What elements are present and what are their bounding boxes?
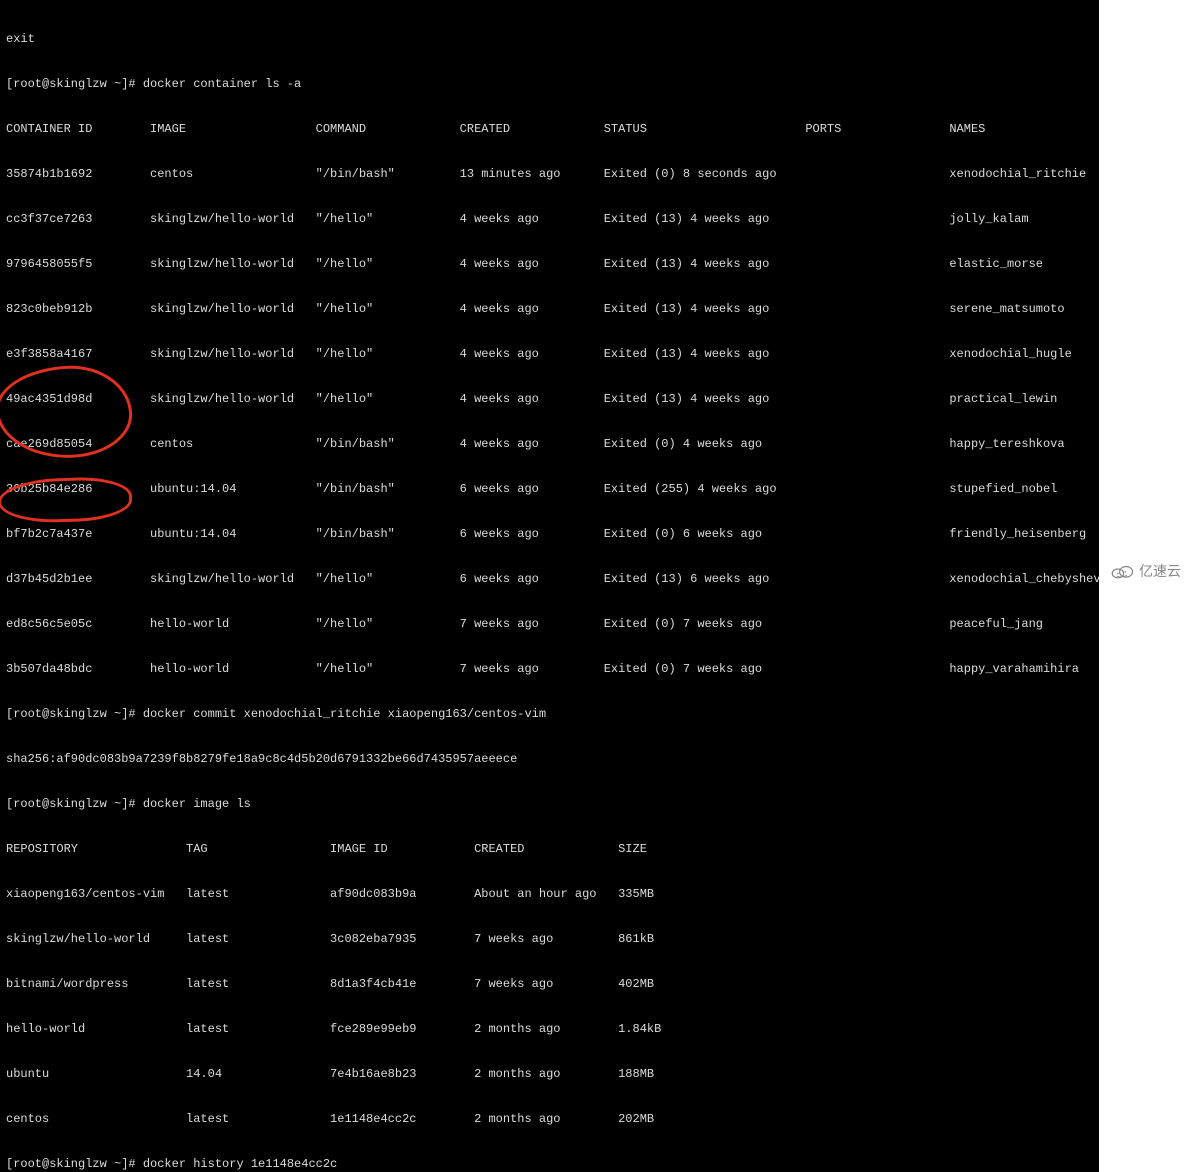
watermark-text: 亿速云 xyxy=(1139,564,1181,579)
container-row: d37b45d2b1ee skinglzw/hello-world "/hell… xyxy=(6,572,1093,587)
container-row: 35874b1b1692 centos "/bin/bash" 13 minut… xyxy=(6,167,1093,182)
image-row: xiaopeng163/centos-vim latest af90dc083b… xyxy=(6,887,1093,902)
images-header: REPOSITORY TAG IMAGE ID CREATED SIZE xyxy=(6,842,1093,857)
prompt-line: [root@skinglzw ~]# docker container ls -… xyxy=(6,77,1093,92)
prompt-line: [root@skinglzw ~]# docker image ls xyxy=(6,797,1093,812)
image-row: skinglzw/hello-world latest 3c082eba7935… xyxy=(6,932,1093,947)
container-row: 3b507da48bdc hello-world "/hello" 7 week… xyxy=(6,662,1093,677)
image-row: centos latest 1e1148e4cc2c 2 months ago … xyxy=(6,1112,1093,1127)
container-row: 49ac4351d98d skinglzw/hello-world "/hell… xyxy=(6,392,1093,407)
cloud-icon xyxy=(1109,562,1135,580)
image-row: hello-world latest fce289e99eb9 2 months… xyxy=(6,1022,1093,1037)
prompt-line: [root@skinglzw ~]# docker history 1e1148… xyxy=(6,1157,1093,1172)
container-row: e3f3858a4167 skinglzw/hello-world "/hell… xyxy=(6,347,1093,362)
image-row: ubuntu 14.04 7e4b16ae8b23 2 months ago 1… xyxy=(6,1067,1093,1082)
container-row: ed8c56c5e05c hello-world "/hello" 7 week… xyxy=(6,617,1093,632)
container-row: bf7b2c7a437e ubuntu:14.04 "/bin/bash" 6 … xyxy=(6,527,1093,542)
container-row: 30b25b84e286 ubuntu:14.04 "/bin/bash" 6 … xyxy=(6,482,1093,497)
output-line: exit xyxy=(6,32,1093,47)
image-row: bitnami/wordpress latest 8d1a3f4cb41e 7 … xyxy=(6,977,1093,992)
prompt-line: [root@skinglzw ~]# docker commit xenodoc… xyxy=(6,707,1093,722)
output-line: sha256:af90dc083b9a7239f8b8279fe18a9c8c4… xyxy=(6,752,1093,767)
container-row: cae269d85054 centos "/bin/bash" 4 weeks … xyxy=(6,437,1093,452)
container-row: cc3f37ce7263 skinglzw/hello-world "/hell… xyxy=(6,212,1093,227)
terminal-window[interactable]: exit [root@skinglzw ~]# docker container… xyxy=(0,0,1099,1172)
watermark: 亿速云 xyxy=(1109,562,1181,580)
container-row: 9796458055f5 skinglzw/hello-world "/hell… xyxy=(6,257,1093,272)
containers-header: CONTAINER ID IMAGE COMMAND CREATED STATU… xyxy=(6,122,1093,137)
container-row: 823c0beb912b skinglzw/hello-world "/hell… xyxy=(6,302,1093,317)
